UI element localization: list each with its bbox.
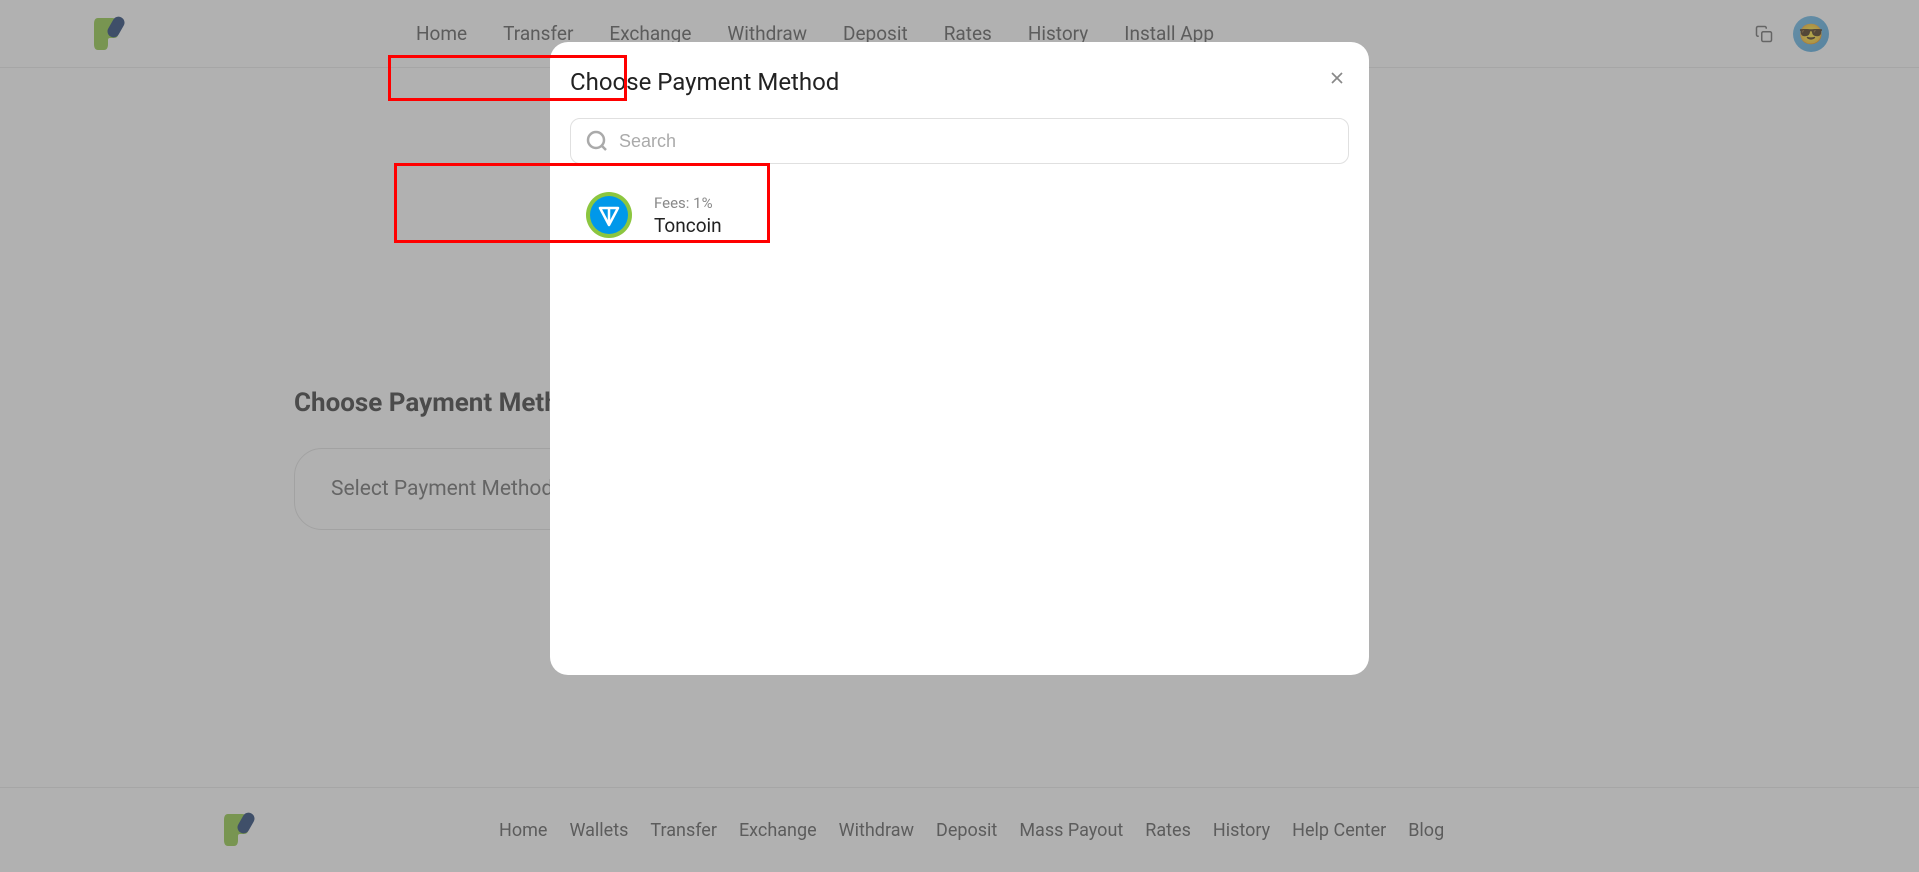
search-box[interactable]	[570, 118, 1349, 164]
modal-title: Choose Payment Method	[570, 68, 839, 96]
payment-method-modal: Choose Payment Method	[550, 42, 1369, 675]
close-icon[interactable]	[1327, 68, 1347, 88]
payment-option-toncoin[interactable]: Fees: 1% Toncoin	[570, 174, 946, 256]
modal-overlay[interactable]: Choose Payment Method	[0, 0, 1919, 872]
fees-value: 1%	[693, 194, 712, 212]
fees-label: Fees:	[654, 194, 689, 212]
coin-name: Toncoin	[654, 214, 722, 237]
toncoin-icon	[586, 192, 632, 238]
payment-info: Fees: 1% Toncoin	[654, 194, 722, 237]
search-input[interactable]	[619, 131, 1334, 152]
search-icon	[585, 129, 609, 153]
fees-text: Fees: 1%	[654, 194, 722, 212]
